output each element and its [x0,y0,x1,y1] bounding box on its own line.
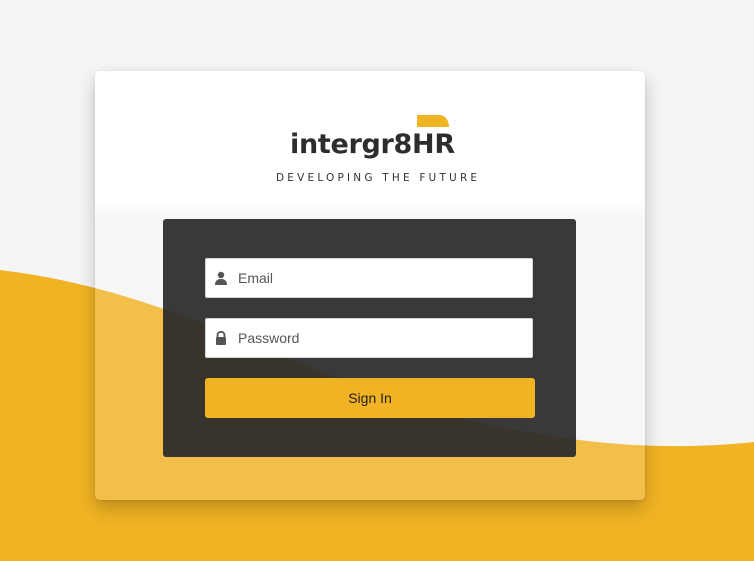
email-input[interactable] [238,259,528,297]
password-input[interactable] [238,319,528,357]
brand-name: intergr8HR [290,129,455,160]
lock-icon [216,331,226,345]
sign-in-button[interactable]: Sign In [205,378,535,418]
user-icon [215,271,227,285]
brand-logo: intergr8HR DEVELOPING THE FUTURE [95,111,645,191]
logo-swoosh-icon [417,115,449,127]
email-field[interactable] [205,258,533,298]
password-field[interactable] [205,318,533,358]
login-card: intergr8HR DEVELOPING THE FUTURE Sign In [95,71,645,500]
brand-tagline: DEVELOPING THE FUTURE [276,172,481,184]
login-form: Sign In [163,219,576,457]
login-page: intergr8HR DEVELOPING THE FUTURE Sign In [0,0,754,561]
